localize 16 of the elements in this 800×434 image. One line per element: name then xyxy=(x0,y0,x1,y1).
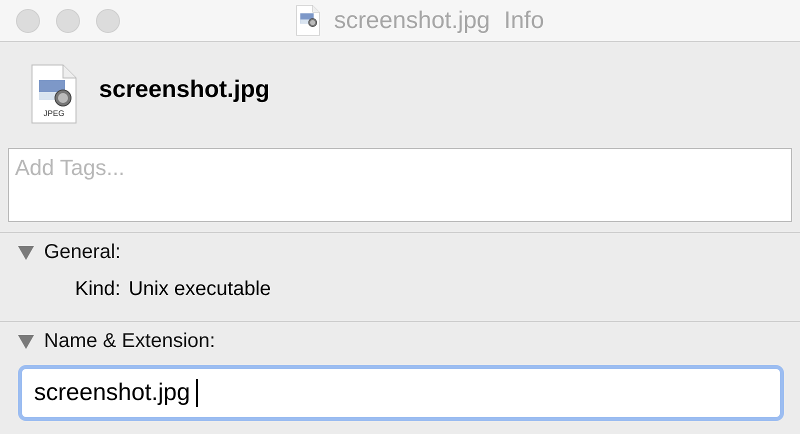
info-label: Kind: xyxy=(75,278,121,301)
window-control[interactable] xyxy=(16,8,40,32)
name-field[interactable]: screenshot.jpg xyxy=(22,369,780,417)
tags-field[interactable]: Add Tags... xyxy=(8,148,792,222)
info-value: Unix executable xyxy=(128,278,271,301)
document-icon xyxy=(296,5,320,36)
window-subtitle: Info xyxy=(504,6,544,34)
section-title: General: xyxy=(44,241,121,264)
disclosure-triangle-icon[interactable] xyxy=(18,334,34,348)
window-title: screenshot.jpg xyxy=(334,6,490,34)
window-control[interactable] xyxy=(96,8,120,32)
jpeg-file-icon: JPEG xyxy=(31,64,77,124)
section-title: Name & Extension: xyxy=(44,330,216,353)
file-name: screenshot.jpg xyxy=(99,76,270,104)
disclosure-triangle-icon[interactable] xyxy=(18,246,34,260)
window-control[interactable] xyxy=(56,8,80,32)
